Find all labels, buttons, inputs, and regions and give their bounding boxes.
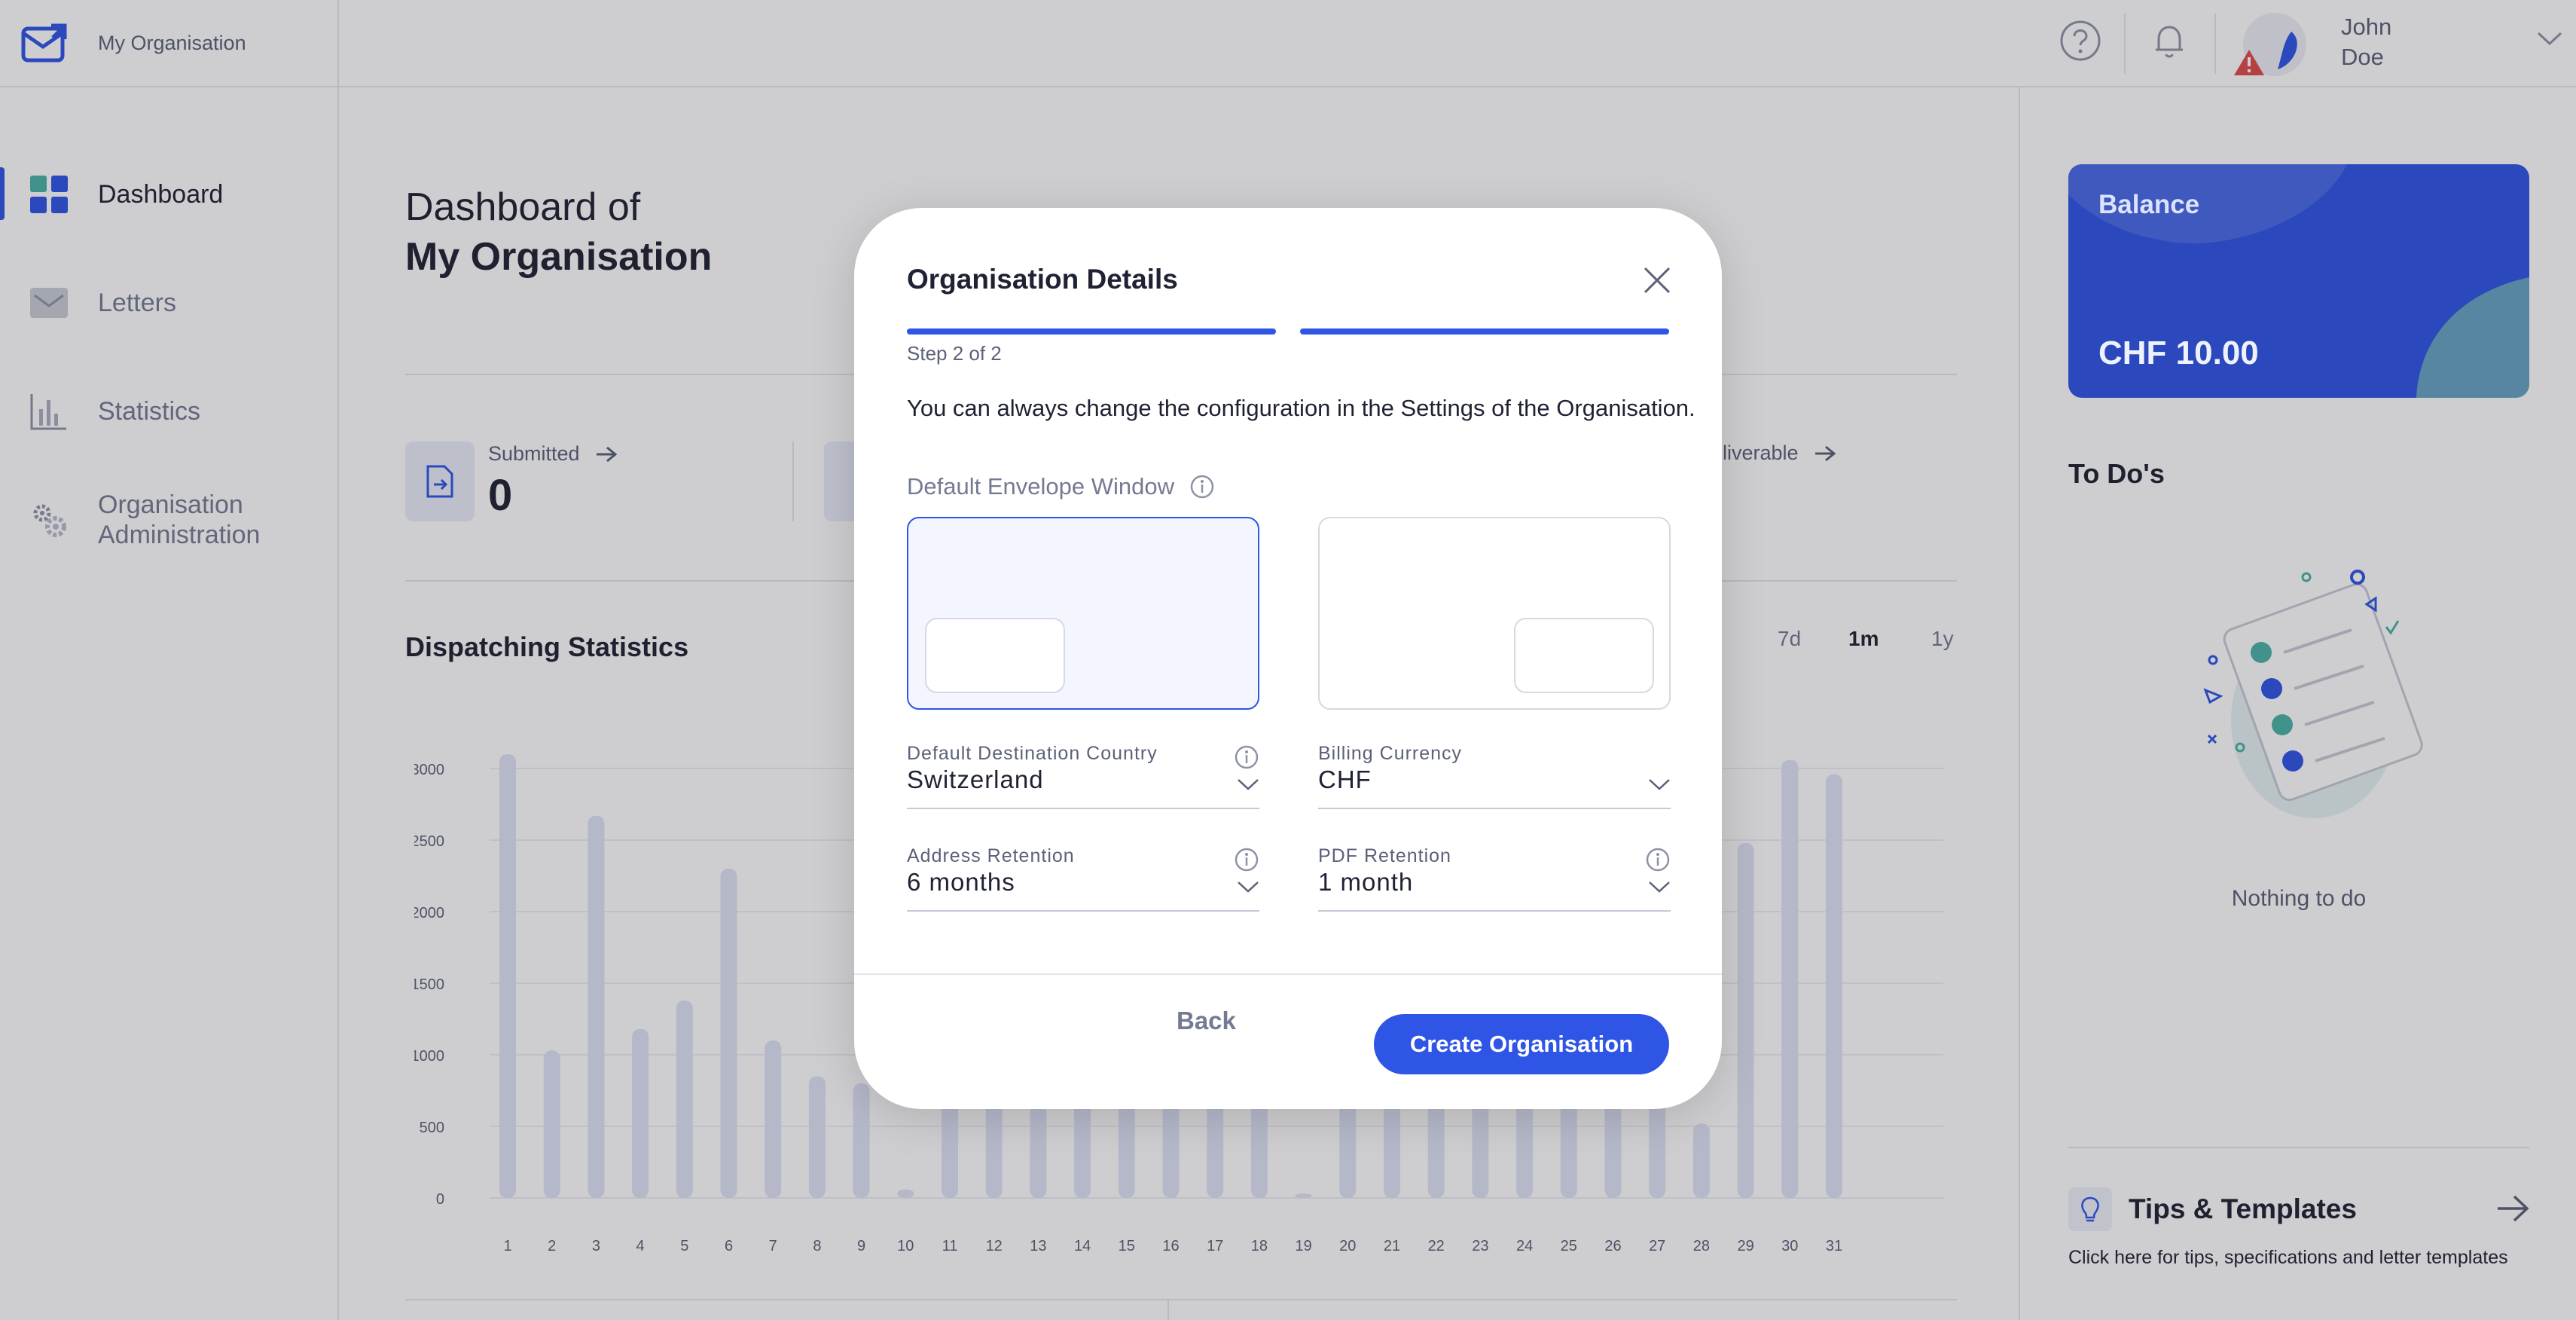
destination-country-select[interactable]: Default Destination Country Switzerland xyxy=(907,743,1259,809)
modal-title: Organisation Details xyxy=(907,264,1178,295)
close-icon[interactable] xyxy=(1641,264,1674,297)
field-label: PDF Retention xyxy=(1318,845,1451,866)
balance-label: Balance xyxy=(2098,190,2200,219)
info-icon[interactable] xyxy=(1645,847,1671,872)
chevron-down-icon xyxy=(1649,882,1670,893)
field-value: Switzerland xyxy=(907,765,1044,793)
organisation-details-modal: Organisation Details Step 2 of 2 You can… xyxy=(854,208,1722,1109)
field-value: CHF xyxy=(1318,765,1372,793)
chevron-down-icon xyxy=(1238,779,1259,790)
field-label: Default Destination Country xyxy=(907,743,1158,764)
chevron-down-icon xyxy=(1649,779,1670,790)
billing-currency-select[interactable]: Billing Currency CHF xyxy=(1318,743,1671,809)
create-organisation-button[interactable]: Create Organisation xyxy=(1374,1014,1669,1074)
envelope-window-label: Default Envelope Window xyxy=(907,473,1215,500)
field-value: 6 months xyxy=(907,868,1015,896)
info-icon[interactable] xyxy=(1189,474,1215,500)
back-button[interactable]: Back xyxy=(1177,1007,1236,1035)
info-icon[interactable] xyxy=(1234,847,1259,872)
field-value: 1 month xyxy=(1318,868,1414,896)
envelope-window xyxy=(1514,618,1654,693)
envelope-window xyxy=(925,618,1065,693)
progress-step-1 xyxy=(907,328,1276,335)
pdf-retention-select[interactable]: PDF Retention 1 month xyxy=(1318,845,1671,912)
envelope-window-right-option[interactable] xyxy=(1318,517,1671,710)
address-retention-select[interactable]: Address Retention 6 months xyxy=(907,845,1259,912)
progress-step-2 xyxy=(1300,328,1669,335)
field-label: Address Retention xyxy=(907,845,1075,866)
divider xyxy=(854,973,1722,975)
envelope-window-left-option[interactable] xyxy=(907,517,1259,710)
modal-description: You can always change the configuration … xyxy=(907,395,1695,421)
step-indicator: Step 2 of 2 xyxy=(907,342,1002,365)
field-label: Billing Currency xyxy=(1318,743,1463,764)
envelope-window-label-text: Default Envelope Window xyxy=(907,473,1174,500)
info-icon[interactable] xyxy=(1234,744,1259,770)
balance-amount: CHF 10.00 xyxy=(2098,335,2259,371)
chevron-down-icon xyxy=(1238,882,1259,893)
